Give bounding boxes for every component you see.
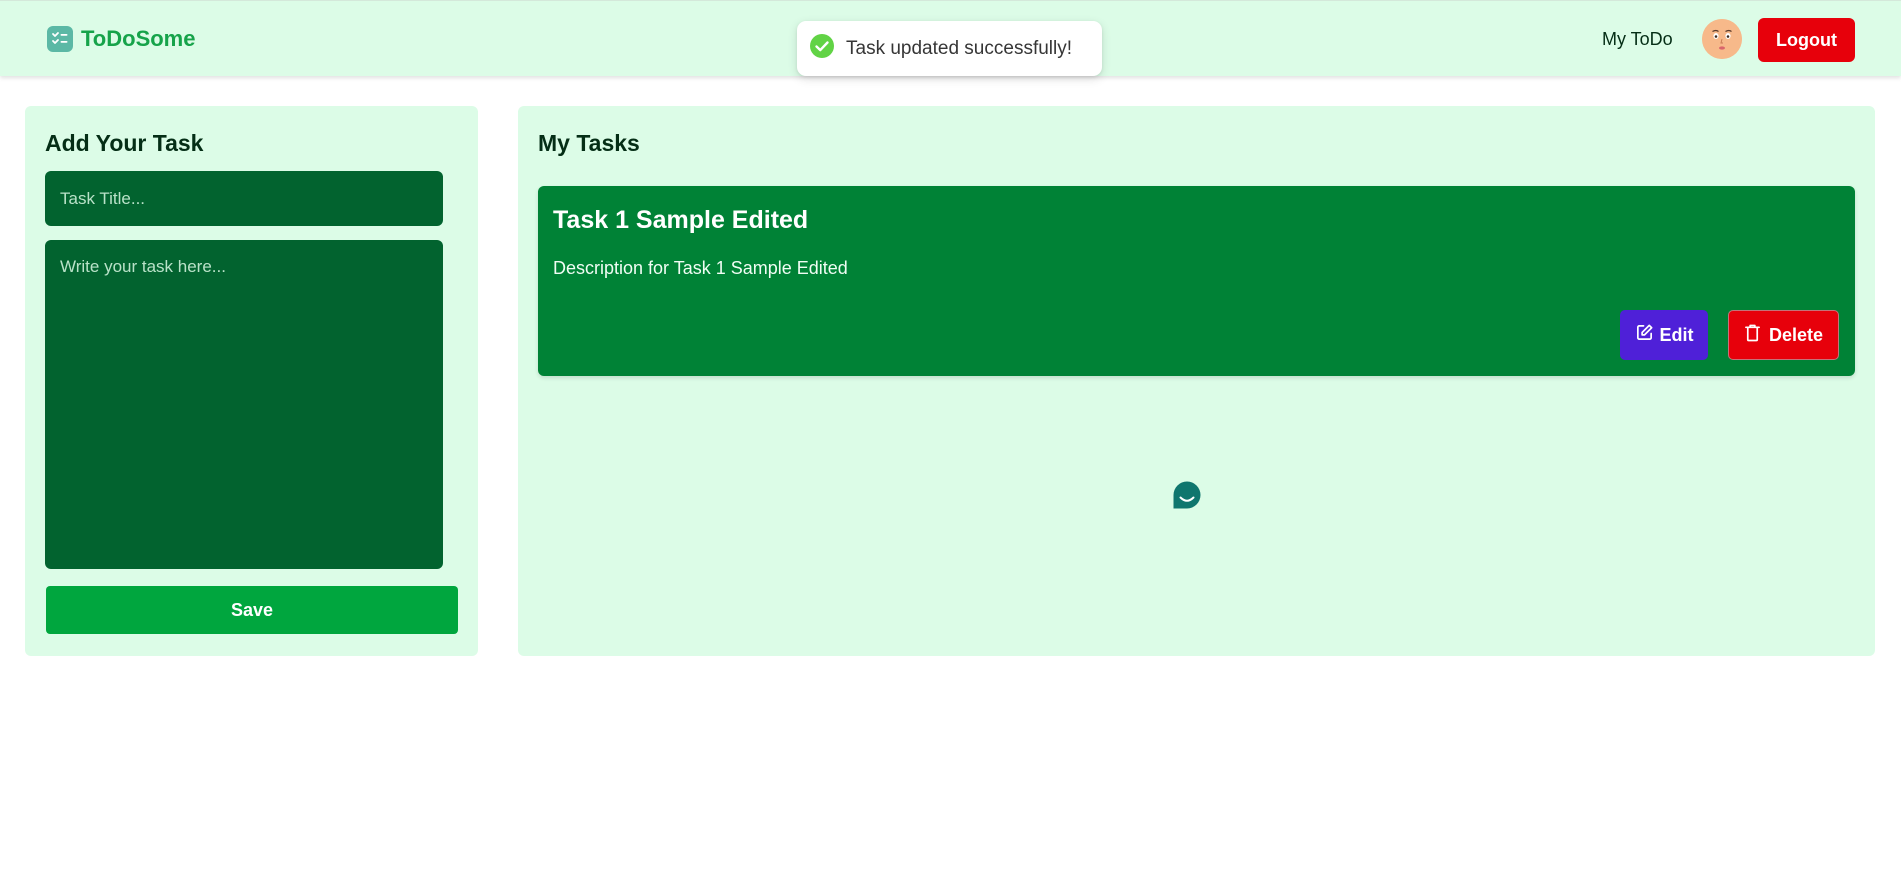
avatar[interactable] (1702, 19, 1742, 59)
success-toast: Task updated successfully! (797, 21, 1102, 76)
logout-button[interactable]: Logout (1758, 18, 1855, 62)
task-description-input[interactable] (45, 240, 443, 569)
add-task-panel: Add Your Task Save (25, 106, 478, 656)
save-button[interactable]: Save (46, 586, 458, 634)
my-tasks-panel: My Tasks Task 1 Sample Edited Descriptio… (518, 106, 1875, 656)
edit-button-label: Edit (1659, 324, 1694, 345)
delete-button[interactable]: Delete (1728, 310, 1839, 360)
check-circle-icon (809, 33, 835, 64)
task-card: Task 1 Sample Edited Description for Tas… (538, 186, 1855, 376)
checklist-icon (47, 26, 73, 52)
task-description: Description for Task 1 Sample Edited (553, 258, 848, 278)
task-title: Task 1 Sample Edited (553, 206, 809, 234)
trash-icon (1744, 323, 1761, 347)
brand-logo-link[interactable]: ToDoSome (47, 26, 195, 52)
edit-button[interactable]: Edit (1620, 310, 1708, 360)
my-tasks-heading: My Tasks (538, 130, 640, 156)
nav-link-my-todo[interactable]: My ToDo (1602, 29, 1673, 50)
add-task-heading: Add Your Task (45, 130, 204, 156)
delete-button-label: Delete (1768, 324, 1824, 345)
brand-name: ToDoSome (81, 26, 196, 51)
edit-icon (1635, 323, 1654, 347)
toast-message: Task updated successfully! (846, 37, 1073, 59)
task-title-input[interactable] (45, 171, 443, 226)
chat-bubble-icon[interactable] (1172, 480, 1202, 510)
